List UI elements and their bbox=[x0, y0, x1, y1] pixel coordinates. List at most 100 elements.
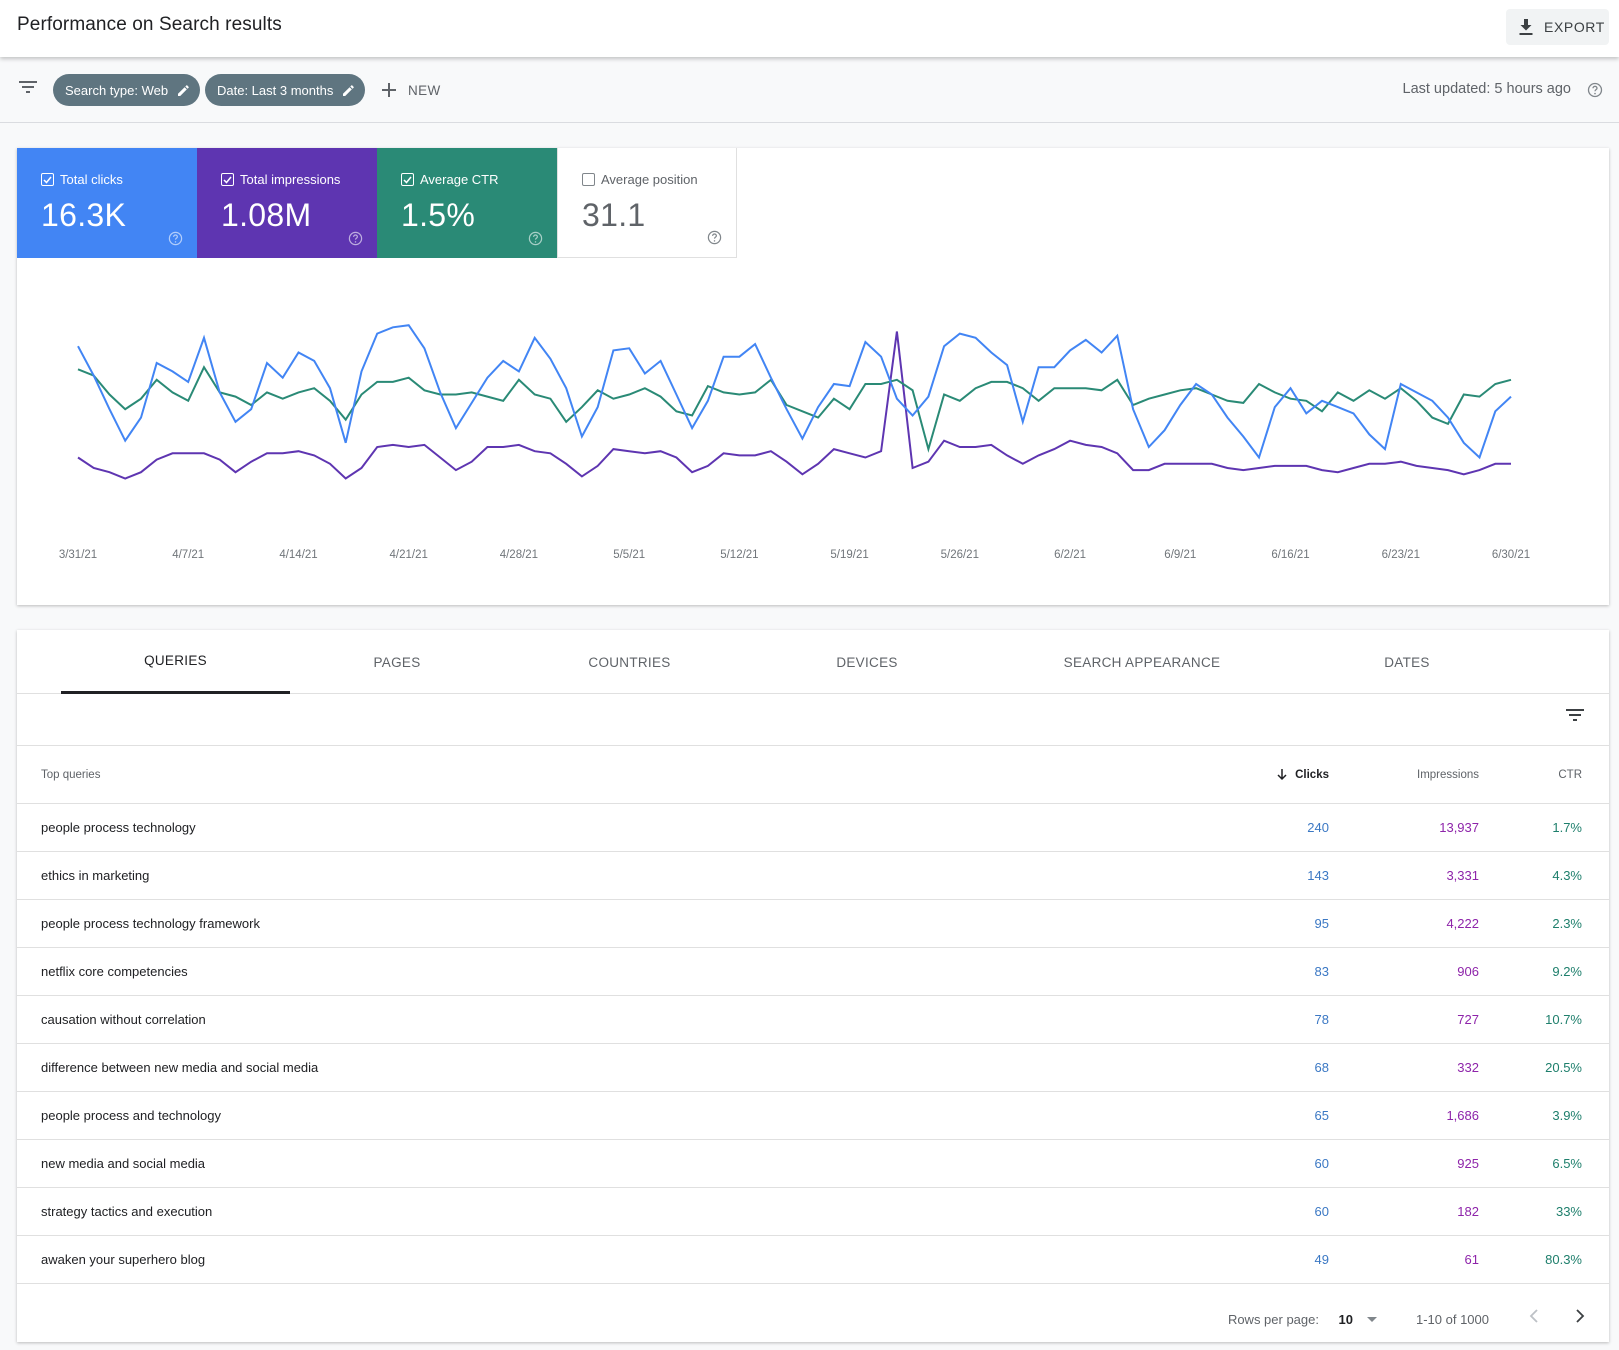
table-row[interactable]: ethics in marketing 143 3,331 4.3% bbox=[17, 852, 1609, 900]
dropdown-arrow-icon bbox=[1367, 1316, 1377, 1322]
dimension-tabs: QUERIES PAGES COUNTRIES DEVICES SEARCH A… bbox=[17, 630, 1609, 694]
edit-pencil-icon[interactable] bbox=[342, 84, 355, 97]
clicks-cell: 60 bbox=[1314, 1204, 1329, 1219]
tab-pages[interactable]: PAGES bbox=[307, 630, 487, 694]
x-tick-label: 5/19/21 bbox=[830, 549, 868, 561]
ctr-cell: 3.9% bbox=[1552, 1108, 1582, 1123]
query-cell: netflix core competencies bbox=[41, 964, 188, 979]
metric-value: 1.08M bbox=[221, 197, 312, 233]
ctr-cell: 1.7% bbox=[1552, 820, 1582, 835]
checkbox-checked-icon[interactable] bbox=[221, 173, 234, 186]
tab-countries[interactable]: COUNTRIES bbox=[537, 630, 722, 694]
help-icon[interactable] bbox=[1587, 82, 1603, 98]
impressions-cell: 906 bbox=[1457, 964, 1479, 979]
ctr-cell: 33% bbox=[1555, 1204, 1582, 1219]
checkbox-checked-icon[interactable] bbox=[401, 173, 414, 186]
clicks-cell: 240 bbox=[1307, 820, 1329, 835]
impressions-cell: 727 bbox=[1457, 1012, 1479, 1027]
table-row[interactable]: strategy tactics and execution 60 182 33% bbox=[17, 1188, 1609, 1236]
filter-bar: Search type: Web Date: Last 3 months NEW… bbox=[0, 57, 1619, 123]
filter-icon[interactable] bbox=[18, 80, 38, 94]
metric-total-impressions[interactable]: Total impressions 1.08M bbox=[197, 148, 377, 258]
new-filter-button[interactable]: NEW bbox=[381, 76, 441, 104]
ctr-cell: 4.3% bbox=[1552, 868, 1582, 883]
x-tick-label: 6/9/21 bbox=[1164, 549, 1196, 561]
metric-label: Total impressions bbox=[240, 172, 341, 187]
help-icon[interactable] bbox=[168, 231, 183, 246]
table-row[interactable]: new media and social media 60 925 6.5% bbox=[17, 1140, 1609, 1188]
chip-label: Date: Last 3 months bbox=[217, 82, 334, 98]
column-header-impressions[interactable]: Impressions bbox=[1417, 769, 1479, 781]
x-tick-label: 4/28/21 bbox=[500, 549, 538, 561]
pagination: Rows per page: 10 1-10 of 1000 bbox=[17, 1290, 1609, 1342]
query-cell: causation without correlation bbox=[41, 1012, 206, 1027]
filter-chip-date[interactable]: Date: Last 3 months bbox=[205, 74, 366, 106]
table-row[interactable]: people process and technology 65 1,686 3.9% bbox=[17, 1092, 1609, 1140]
table-row[interactable]: awaken your superhero blog 49 61 80.3% bbox=[17, 1236, 1609, 1284]
column-header-ctr[interactable]: CTR bbox=[1558, 769, 1582, 781]
table-row[interactable]: netflix core competencies 83 906 9.2% bbox=[17, 948, 1609, 996]
impressions-cell: 3,331 bbox=[1446, 868, 1479, 883]
query-cell: strategy tactics and execution bbox=[41, 1204, 213, 1219]
help-icon[interactable] bbox=[528, 231, 543, 246]
last-updated-text: Last updated: 5 hours ago bbox=[1402, 81, 1572, 97]
metric-total-clicks[interactable]: Total clicks 16.3K bbox=[17, 148, 197, 258]
tab-queries[interactable]: QUERIES bbox=[61, 630, 290, 694]
clicks-cell: 68 bbox=[1314, 1060, 1329, 1075]
metric-label: Average CTR bbox=[420, 172, 499, 187]
clicks-cell: 78 bbox=[1314, 1012, 1329, 1027]
clicks-header-label: Clicks bbox=[1295, 769, 1329, 781]
table-row[interactable]: causation without correlation 78 727 10.7% bbox=[17, 996, 1609, 1044]
table-row[interactable]: difference between new media and social … bbox=[17, 1044, 1609, 1092]
x-tick-label: 5/12/21 bbox=[720, 549, 758, 561]
rows-per-page-select[interactable]: 10 bbox=[1339, 1312, 1377, 1327]
clicks-cell: 49 bbox=[1314, 1252, 1329, 1267]
impressions-cell: 13,937 bbox=[1439, 820, 1479, 835]
impressions-cell: 1,686 bbox=[1446, 1108, 1479, 1123]
previous-page-icon[interactable] bbox=[1529, 1308, 1539, 1324]
table-row[interactable]: people process technology 240 13,937 1.7% bbox=[17, 804, 1609, 852]
checkbox-unchecked-icon[interactable] bbox=[582, 173, 595, 186]
series-line-total-clicks[interactable] bbox=[77, 324, 1512, 460]
metric-average-ctr[interactable]: Average CTR 1.5% bbox=[377, 148, 557, 258]
table-header: Top queries Clicks Impressions CTR bbox=[17, 747, 1609, 804]
series-layer bbox=[77, 324, 1512, 480]
metric-average-position[interactable]: Average position 31.1 bbox=[557, 148, 737, 258]
checkbox-checked-icon[interactable] bbox=[41, 173, 54, 186]
help-icon[interactable] bbox=[348, 231, 363, 246]
query-cell: awaken your superhero blog bbox=[41, 1252, 206, 1267]
column-header-clicks[interactable]: Clicks bbox=[1277, 769, 1329, 781]
clicks-cell: 83 bbox=[1314, 964, 1329, 979]
clicks-cell: 143 bbox=[1307, 868, 1329, 883]
x-tick-label: 5/26/21 bbox=[941, 549, 979, 561]
performance-chart-card: Total clicks 16.3K Total impressions 1.0… bbox=[17, 148, 1609, 605]
table-filter-icon[interactable] bbox=[1565, 708, 1585, 722]
query-cell: people process and technology bbox=[41, 1108, 221, 1123]
tab-search-appearance[interactable]: SEARCH APPEARANCE bbox=[1017, 630, 1267, 694]
plus-icon bbox=[382, 83, 396, 97]
tab-dates[interactable]: DATES bbox=[1317, 630, 1497, 694]
metric-value: 16.3K bbox=[41, 197, 127, 233]
metric-value: 31.1 bbox=[582, 197, 646, 233]
export-button[interactable]: EXPORT bbox=[1506, 9, 1609, 45]
series-line-average-ctr[interactable] bbox=[77, 365, 1512, 453]
table-row[interactable]: people process technology framework 95 4,2… bbox=[17, 900, 1609, 948]
tab-devices[interactable]: DEVICES bbox=[777, 630, 957, 694]
x-tick-label: 3/31/21 bbox=[59, 549, 97, 561]
next-page-icon[interactable] bbox=[1575, 1308, 1585, 1324]
page-range-text: 1-10 of 1000 bbox=[1415, 1312, 1489, 1327]
x-tick-label: 6/16/21 bbox=[1271, 549, 1309, 561]
ctr-cell: 9.2% bbox=[1552, 964, 1582, 979]
new-label: NEW bbox=[408, 82, 441, 98]
performance-line-chart[interactable]: 3/31/21 4/7/21 4/14/21 4/21/21 4/28/21 5/5/21… bbox=[17, 258, 1609, 605]
help-icon[interactable] bbox=[707, 230, 722, 245]
download-icon bbox=[1519, 19, 1533, 35]
ctr-cell: 6.5% bbox=[1552, 1156, 1582, 1171]
ctr-cell: 80.3% bbox=[1545, 1252, 1582, 1267]
x-axis-ticks: 3/31/21 4/7/21 4/14/21 4/21/21 4/28/21 5/5/21… bbox=[59, 549, 1530, 561]
x-tick-label: 4/7/21 bbox=[172, 549, 204, 561]
filter-chip-search-type[interactable]: Search type: Web bbox=[53, 74, 201, 106]
edit-pencil-icon[interactable] bbox=[177, 84, 190, 97]
queries-table-card: QUERIES PAGES COUNTRIES DEVICES SEARCH A… bbox=[17, 630, 1609, 1342]
series-line-total-impressions[interactable] bbox=[77, 331, 1511, 480]
